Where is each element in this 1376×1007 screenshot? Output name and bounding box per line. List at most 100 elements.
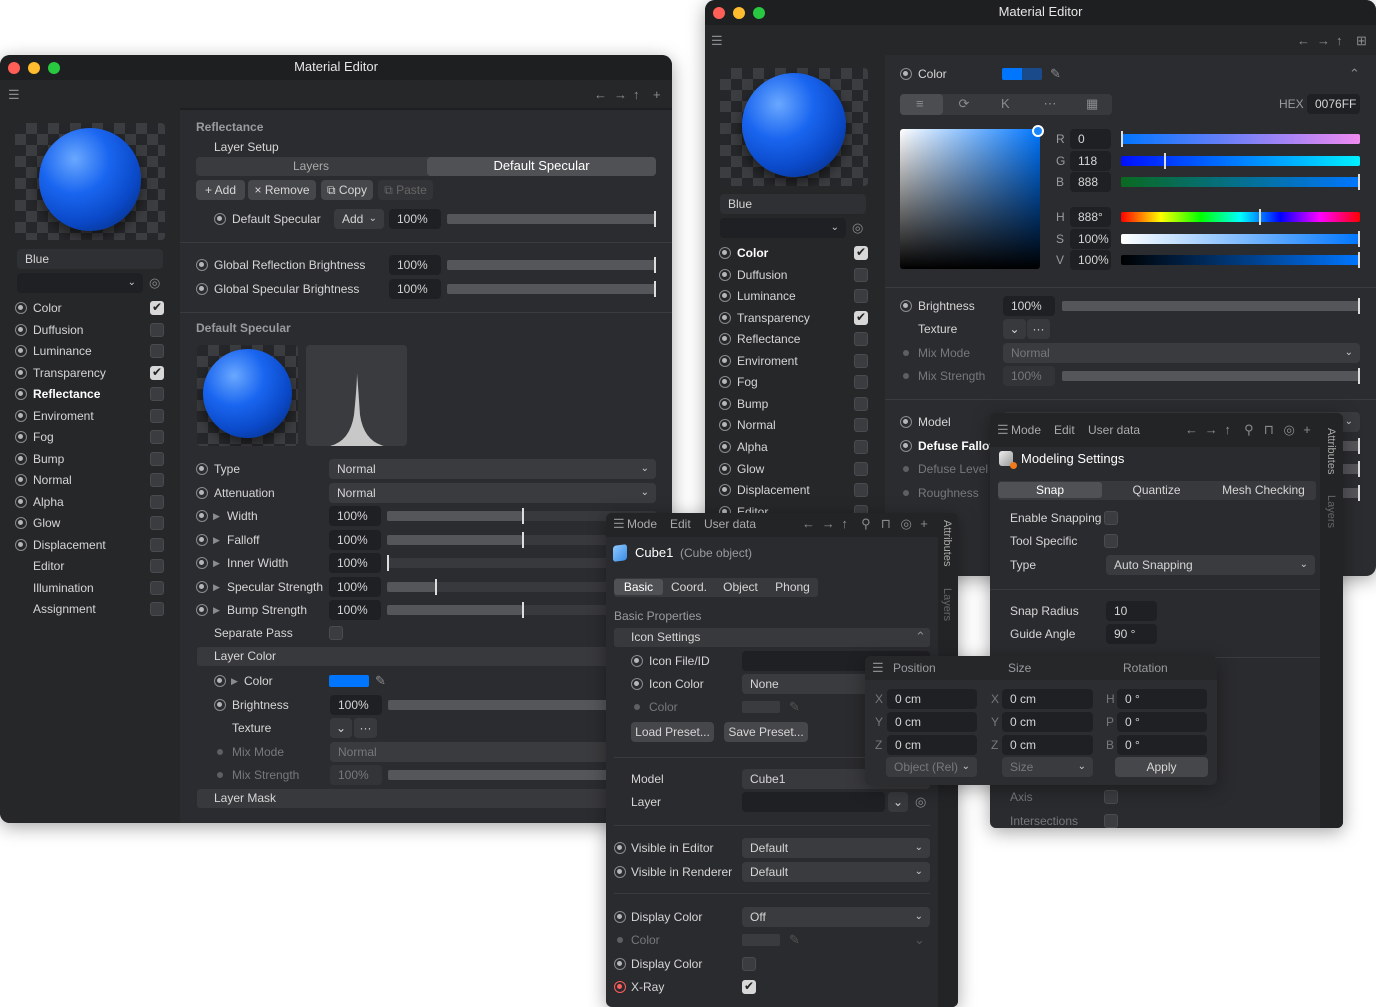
enable-radio[interactable] <box>196 487 208 499</box>
channel-toggle-radio[interactable] <box>719 290 731 302</box>
channel-checkbox[interactable] <box>150 301 164 315</box>
size-x-field[interactable]: 0 cm <box>1002 689 1093 709</box>
rotation-h-field[interactable]: 0 ° <box>1117 689 1207 709</box>
slider-handle[interactable] <box>522 508 524 524</box>
load-preset-button[interactable]: Load Preset... <box>631 722 714 742</box>
mix-mode-dropdown[interactable]: Normal⌄ <box>1003 343 1360 363</box>
channel-checkbox[interactable] <box>854 375 868 389</box>
up-arrow-icon[interactable]: ↑ <box>1224 423 1231 437</box>
channel-toggle-radio[interactable] <box>15 539 27 551</box>
slider-handle[interactable] <box>387 555 389 571</box>
menu-mode[interactable]: Mode <box>1011 422 1041 438</box>
channel-toggle-radio[interactable] <box>15 431 27 443</box>
enable-radio[interactable] <box>196 510 208 522</box>
channel-toggle-radio[interactable] <box>719 484 731 496</box>
layer-mask-section[interactable]: Layer Mask <box>197 789 656 808</box>
eyedropper-icon[interactable]: ✎ <box>1050 67 1061 81</box>
texture-dropdown-button[interactable]: ⌄ <box>330 718 352 738</box>
layer-opacity-field[interactable]: 100% <box>389 209 441 229</box>
eyedropper-icon[interactable]: ✎ <box>375 674 386 688</box>
channel-checkbox[interactable] <box>150 516 164 530</box>
enable-radio[interactable] <box>900 416 912 428</box>
slider-handle[interactable] <box>1358 231 1360 247</box>
expand-triangle-icon[interactable]: ▶ <box>213 509 220 523</box>
menu-edit[interactable]: Edit <box>1054 422 1075 438</box>
rotation-b-field[interactable]: 0 ° <box>1117 735 1207 755</box>
apply-button[interactable]: Apply <box>1115 757 1208 777</box>
tab-coord[interactable]: Coord. <box>664 579 714 595</box>
menu-mode[interactable]: Mode <box>627 516 657 532</box>
channel-toggle-radio[interactable] <box>719 247 731 259</box>
channel-checkbox[interactable] <box>854 483 868 497</box>
tab-object[interactable]: Object <box>715 579 766 595</box>
material-dropdown[interactable]: ⌄ <box>17 273 143 293</box>
rgb-channel-field[interactable]: 0 <box>1070 129 1111 149</box>
xray-radio[interactable] <box>614 981 626 993</box>
value-field[interactable]: 100% <box>329 553 381 573</box>
guide-angle-field[interactable]: 90 ° <box>1106 624 1157 644</box>
add-layer-button[interactable]: + Add <box>196 180 245 200</box>
slider-handle[interactable] <box>1358 368 1360 384</box>
tool-specific-checkbox[interactable] <box>1104 534 1118 548</box>
material-name-field[interactable]: Blue <box>720 194 866 214</box>
color-swatch[interactable] <box>329 675 369 687</box>
enable-radio[interactable] <box>196 283 208 295</box>
channel-checkbox[interactable] <box>854 311 868 325</box>
chevron-down-icon[interactable]: ⌄ <box>914 933 925 947</box>
add-icon[interactable]: + <box>1303 423 1311 437</box>
hsv-channel-slider[interactable] <box>1121 212 1360 222</box>
channel-checkbox[interactable] <box>150 366 164 380</box>
display-color-checkbox[interactable] <box>742 957 756 971</box>
enable-radio[interactable] <box>631 678 643 690</box>
channel-checkbox[interactable] <box>854 397 868 411</box>
rgb-channel-field[interactable]: 118 <box>1070 151 1111 171</box>
size-z-field[interactable]: 0 cm <box>1002 735 1093 755</box>
tab-layers[interactable]: Layers <box>196 158 426 174</box>
channel-checkbox[interactable] <box>150 559 164 573</box>
xray-checkbox[interactable] <box>742 980 756 994</box>
value-field[interactable]: 100% <box>329 577 381 597</box>
eyedropper-icon[interactable]: ✎ <box>789 700 800 714</box>
hamburger-menu-icon[interactable]: ☰ <box>711 34 723 48</box>
layer-visibility-radio[interactable] <box>214 213 226 225</box>
slider-handle[interactable] <box>1358 252 1360 268</box>
slider[interactable] <box>447 284 656 294</box>
rotation-p-field[interactable]: 0 ° <box>1117 712 1207 732</box>
slider-handle[interactable] <box>435 579 437 595</box>
slider-handle[interactable] <box>522 602 524 618</box>
eyedropper-icon[interactable]: ✎ <box>789 933 800 947</box>
enable-radio[interactable] <box>614 842 626 854</box>
enable-radio[interactable] <box>614 866 626 878</box>
channel-toggle-radio[interactable] <box>15 496 27 508</box>
collapse-caret-icon[interactable]: ⌃ <box>915 630 926 644</box>
expand-triangle-icon[interactable]: ▶ <box>213 580 220 594</box>
slider[interactable] <box>447 260 656 270</box>
enable-radio[interactable] <box>900 440 912 452</box>
side-tab-attributes[interactable]: Attributes <box>1325 428 1337 474</box>
value-field[interactable]: 100% <box>329 600 381 620</box>
tab-default-specular[interactable]: Default Specular <box>427 158 656 174</box>
enable-radio[interactable] <box>196 259 208 271</box>
material-dropdown[interactable]: ⌄ <box>720 218 846 238</box>
enable-radio[interactable] <box>900 68 912 80</box>
channel-checkbox[interactable] <box>150 581 164 595</box>
previous-color-swatch[interactable] <box>1022 68 1042 80</box>
position-x-field[interactable]: 0 cm <box>887 689 977 709</box>
value-field[interactable]: 100% <box>329 506 381 526</box>
channel-toggle-radio[interactable] <box>15 345 27 357</box>
mix-strength-field[interactable]: 100% <box>330 765 382 785</box>
hsv-channel-field[interactable]: 100% <box>1070 250 1111 270</box>
channel-checkbox[interactable] <box>854 440 868 454</box>
snap-type-dropdown[interactable]: Auto Snapping⌄ <box>1106 555 1315 575</box>
channel-toggle-radio[interactable] <box>719 312 731 324</box>
up-arrow-icon[interactable]: ↑ <box>1336 34 1343 48</box>
saturation-value-picker[interactable] <box>900 129 1040 269</box>
tab-basic[interactable]: Basic <box>614 579 663 595</box>
side-tab-layers[interactable]: Layers <box>941 588 953 621</box>
slider-handle[interactable] <box>1358 438 1360 454</box>
hamburger-menu-icon[interactable]: ☰ <box>872 661 884 675</box>
channel-toggle-radio[interactable] <box>719 441 731 453</box>
menu-user-data[interactable]: User data <box>704 516 756 532</box>
target-icon[interactable]: ◎ <box>1284 423 1295 437</box>
tab-mesh-checking[interactable]: Mesh Checking <box>1211 482 1316 498</box>
